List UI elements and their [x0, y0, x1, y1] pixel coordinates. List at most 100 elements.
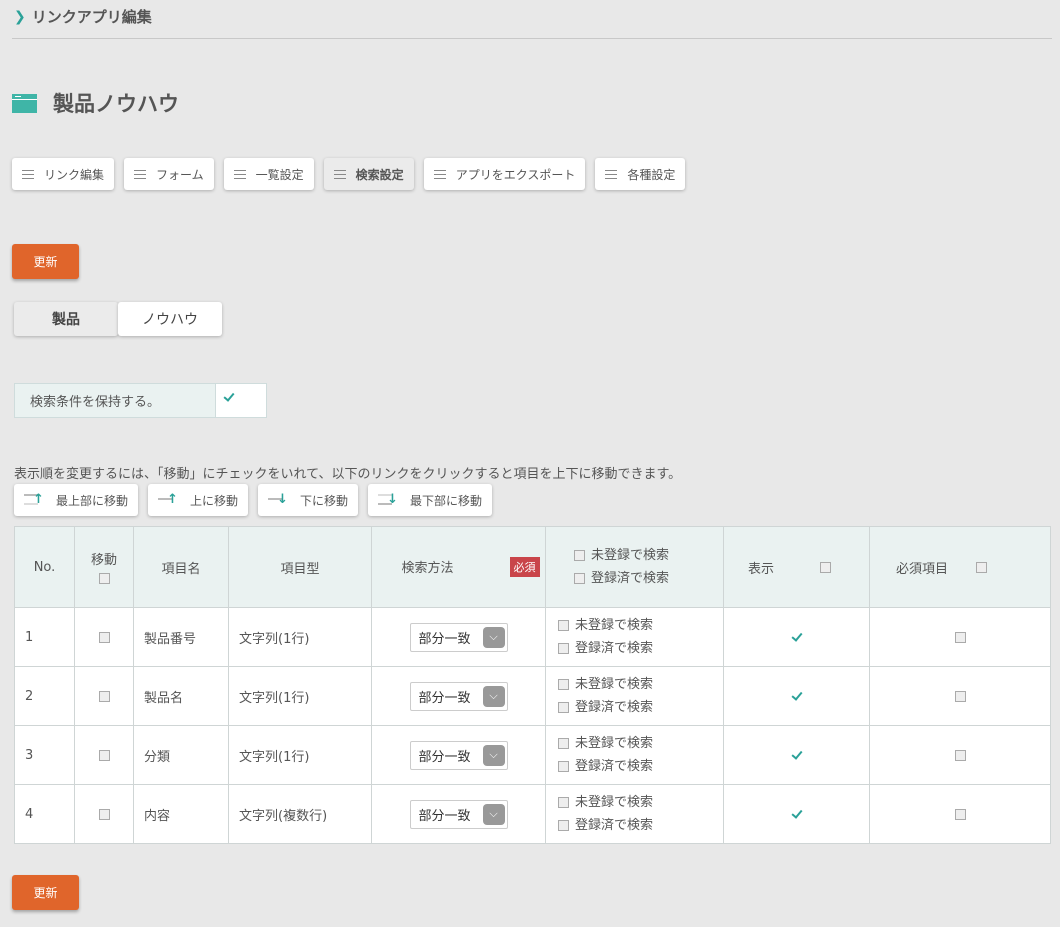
- row-move-cell: [74, 784, 134, 844]
- search-method-select[interactable]: 部分一致 ⌵: [409, 681, 508, 711]
- update-button-bottom[interactable]: 更新: [12, 875, 79, 910]
- option-label: 登録済で検索: [575, 759, 654, 774]
- row-options: 未登録で検索 登録済で検索: [545, 666, 724, 726]
- move-all-checkbox[interactable]: [98, 572, 110, 584]
- table-row: 3 分類 文字列(1行) 部分一致 ⌵ 未登録で検索 登録済で検索: [14, 725, 1051, 785]
- unregistered-all-checkbox[interactable]: [574, 550, 585, 561]
- tab-misc-settings[interactable]: 各種設定: [595, 158, 686, 190]
- row-move-checkbox[interactable]: [98, 808, 110, 820]
- list-icon: [605, 169, 618, 179]
- col-move-label: 移動: [90, 552, 117, 568]
- tab-form[interactable]: フォーム: [124, 158, 214, 190]
- tab-search-settings[interactable]: 検索設定: [323, 158, 414, 190]
- table-row: 4 内容 文字列(複数行) 部分一致 ⌵ 未登録で検索 登録済で検索: [14, 784, 1051, 844]
- row-no: 2: [14, 666, 75, 726]
- row-move-checkbox[interactable]: [98, 631, 110, 643]
- registered-all-checkbox[interactable]: [574, 573, 585, 584]
- unregistered-checkbox[interactable]: [558, 679, 569, 690]
- move-button-label: 最上部に移動: [56, 493, 129, 508]
- search-method-select[interactable]: 部分一致 ⌵: [409, 799, 508, 829]
- header-option-unregistered[interactable]: 未登録で検索: [574, 544, 723, 567]
- search-method-select[interactable]: 部分一致 ⌵: [409, 740, 508, 770]
- display-checkbox[interactable]: [791, 750, 802, 761]
- row-name: 分類: [133, 725, 229, 785]
- required-checkbox[interactable]: [954, 749, 966, 761]
- divider: [12, 38, 1052, 39]
- display-checkbox[interactable]: [791, 809, 802, 820]
- subtab-bar: 製品 ノウハウ: [14, 302, 222, 336]
- move-top-button[interactable]: ↑ 最上部に移動: [14, 484, 139, 516]
- registered-checkbox[interactable]: [558, 643, 569, 654]
- option-registered[interactable]: 登録済で検索: [558, 814, 723, 837]
- option-registered[interactable]: 登録済で検索: [558, 637, 723, 660]
- move-up-icon: ↑: [158, 493, 178, 507]
- keep-search-checkbox[interactable]: [223, 392, 235, 404]
- keep-search-label: 検索条件を保持する。: [15, 384, 216, 417]
- unregistered-checkbox[interactable]: [558, 797, 569, 808]
- row-required-cell: [869, 607, 1051, 667]
- row-display-cell: [723, 725, 870, 785]
- page-header: 製品ノウハウ: [12, 88, 179, 118]
- option-unregistered[interactable]: 未登録で検索: [558, 791, 723, 814]
- tab-link-edit[interactable]: リンク編集: [12, 158, 115, 190]
- row-method-cell: 部分一致 ⌵: [371, 666, 546, 726]
- search-method-select[interactable]: 部分一致 ⌵: [409, 622, 508, 652]
- chevron-down-icon: ⌵: [482, 803, 505, 825]
- move-bottom-button[interactable]: ↓ 最下部に移動: [368, 484, 493, 516]
- row-type: 文字列(複数行): [228, 784, 372, 844]
- option-unregistered[interactable]: 未登録で検索: [558, 732, 723, 755]
- row-type: 文字列(1行): [228, 607, 372, 667]
- row-no: 3: [14, 725, 75, 785]
- option-label: 未登録で検索: [575, 736, 654, 751]
- chevron-down-icon: ⌵: [482, 744, 505, 766]
- tab-list-settings[interactable]: 一覧設定: [223, 158, 314, 190]
- chevron-down-icon: ⌵: [482, 685, 505, 707]
- row-move-cell: [74, 607, 134, 667]
- row-required-cell: [869, 725, 1051, 785]
- row-move-cell: [74, 725, 134, 785]
- required-badge: 必須: [509, 557, 540, 577]
- tab-label: フォーム: [156, 167, 204, 182]
- display-checkbox[interactable]: [791, 691, 802, 702]
- search-method-value: 部分一致: [418, 749, 471, 765]
- option-registered[interactable]: 登録済で検索: [558, 755, 723, 778]
- option-unregistered[interactable]: 未登録で検索: [558, 614, 723, 637]
- row-display-cell: [723, 666, 870, 726]
- required-checkbox[interactable]: [954, 631, 966, 643]
- required-checkbox[interactable]: [954, 808, 966, 820]
- move-down-button[interactable]: ↓ 下に移動: [258, 484, 359, 516]
- unregistered-checkbox[interactable]: [558, 738, 569, 749]
- col-required: 必須項目: [869, 526, 1051, 608]
- tab-export-app[interactable]: アプリをエクスポート: [423, 158, 586, 190]
- option-registered[interactable]: 登録済で検索: [558, 696, 723, 719]
- row-options: 未登録で検索 登録済で検索: [545, 607, 724, 667]
- display-checkbox[interactable]: [791, 632, 802, 643]
- required-all-checkbox[interactable]: [976, 561, 988, 573]
- subtab-knowhow[interactable]: ノウハウ: [118, 302, 222, 336]
- move-up-button[interactable]: ↑ 上に移動: [148, 484, 249, 516]
- registered-checkbox[interactable]: [558, 820, 569, 831]
- row-name: 製品番号: [133, 607, 229, 667]
- header-option-registered[interactable]: 登録済で検索: [574, 567, 723, 590]
- required-checkbox[interactable]: [954, 690, 966, 702]
- registered-checkbox[interactable]: [558, 761, 569, 772]
- option-label: 登録済で検索: [575, 700, 654, 715]
- row-move-checkbox[interactable]: [98, 749, 110, 761]
- row-no: 1: [14, 607, 75, 667]
- unregistered-checkbox[interactable]: [558, 620, 569, 631]
- row-required-cell: [869, 784, 1051, 844]
- row-display-cell: [723, 784, 870, 844]
- option-unregistered[interactable]: 未登録で検索: [558, 673, 723, 696]
- chevron-right-icon: ❯: [14, 8, 26, 25]
- subtab-product[interactable]: 製品: [14, 302, 118, 336]
- keep-search-value: [216, 384, 266, 417]
- update-button[interactable]: 更新: [12, 244, 79, 279]
- col-display-label: 表示: [748, 561, 775, 577]
- row-move-checkbox[interactable]: [98, 690, 110, 702]
- registered-checkbox[interactable]: [558, 702, 569, 713]
- app-window-icon: [12, 93, 37, 113]
- display-all-checkbox[interactable]: [820, 561, 832, 573]
- move-button-label: 最下部に移動: [410, 493, 483, 508]
- move-down-icon: ↓: [268, 493, 288, 507]
- col-method: 検索方法 必須: [371, 526, 546, 608]
